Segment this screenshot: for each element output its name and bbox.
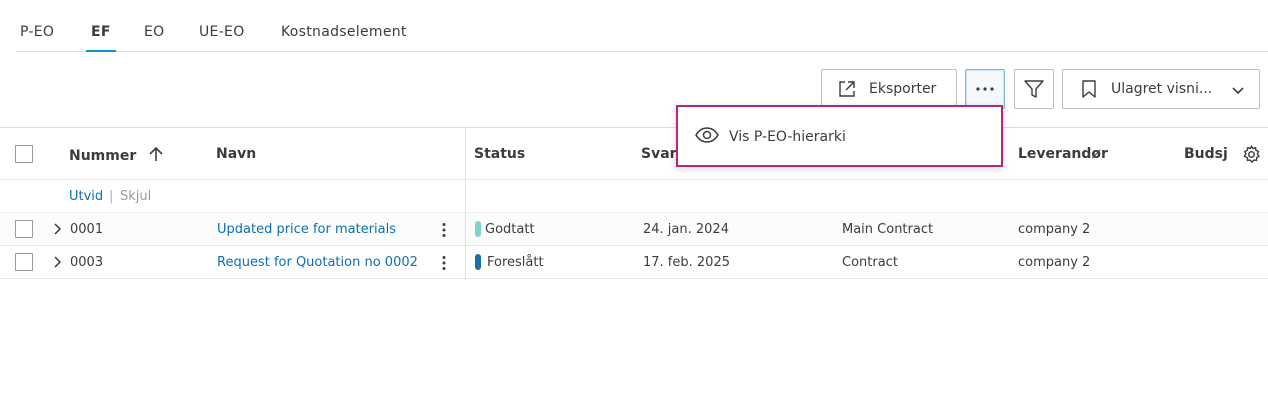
table-row[interactable]: 0003 Request for Quotation no 0002 Fores… [0,246,1268,279]
column-header-nummer-label: Nummer [69,148,137,164]
tab-ue-eo[interactable]: UE-EO [199,24,245,52]
bookmark-icon [1081,79,1097,99]
eye-icon [695,127,719,147]
column-header-nummer[interactable]: Nummer [69,146,163,166]
export-icon [837,79,857,99]
expand-all-link[interactable]: Utvid [69,189,103,204]
expand-collapse-row: Utvid | Skjul [0,180,1268,213]
status-indicator [475,221,481,237]
cell-status: Godtatt [485,222,535,237]
saved-view-select[interactable]: Ulagret visni... [1062,69,1260,109]
export-label: Eksporter [869,81,937,97]
tab-bar: P-EO EF EO UE-EO Kostnadselement [16,0,1268,52]
tab-p-eo[interactable]: P-EO [20,24,54,52]
cell-leverandor: company 2 [1018,222,1091,237]
collapse-all-link[interactable]: Skjul [120,189,151,204]
cell-contract: Main Contract [842,222,934,237]
status-indicator [475,254,481,270]
column-header-svar[interactable]: Svar [641,146,677,162]
chevron-right-icon[interactable] [52,256,62,272]
select-all-checkbox[interactable] [15,145,33,163]
tab-ef[interactable]: EF [86,24,116,52]
more-vertical-icon[interactable] [441,255,447,275]
column-header-status[interactable]: Status [474,146,525,162]
cell-nummer: 0001 [70,222,104,237]
cell-navn-link[interactable]: Updated price for materials [217,222,396,237]
chevron-right-icon[interactable] [52,223,62,239]
tab-kostnadselement[interactable]: Kostnadselement [281,24,407,52]
saved-view-label: Ulagret visni... [1111,81,1213,97]
column-divider [465,127,466,280]
row-checkbox[interactable] [15,220,33,238]
cell-svar: 24. jan. 2024 [643,222,729,237]
gear-icon[interactable] [1241,144,1262,169]
more-vertical-icon[interactable] [441,222,447,242]
menu-item-label: Vis P-EO-hierarki [729,129,846,145]
cell-svar: 17. feb. 2025 [643,255,730,270]
more-options-button[interactable] [965,69,1005,109]
menu-item-show-p-eo-hierarchy[interactable]: Vis P-EO-hierarki [695,127,846,147]
sort-ascending-icon [149,146,163,166]
cell-contract: Contract [842,255,898,270]
cell-status: Foreslått [487,255,544,270]
more-options-menu: Vis P-EO-hierarki [676,105,1003,167]
table-row[interactable]: 0001 Updated price for materials Godtatt… [0,213,1268,246]
cell-navn-link[interactable]: Request for Quotation no 0002 [217,255,418,270]
row-checkbox[interactable] [15,253,33,271]
table-header: Nummer Navn Status Svar Leverandør Budsj [0,127,1268,180]
export-button[interactable]: Eksporter [821,69,957,109]
column-header-leverandor[interactable]: Leverandør [1018,146,1108,162]
tab-eo[interactable]: EO [144,24,164,52]
cell-nummer: 0003 [70,255,104,270]
filter-icon [1023,78,1045,100]
column-header-budsj[interactable]: Budsj [1184,146,1228,162]
more-horizontal-icon [975,86,995,92]
filter-button[interactable] [1014,69,1054,109]
separator: | [109,189,114,204]
cell-leverandor: company 2 [1018,255,1091,270]
chevron-down-icon [1231,83,1245,97]
column-header-navn[interactable]: Navn [216,146,256,162]
